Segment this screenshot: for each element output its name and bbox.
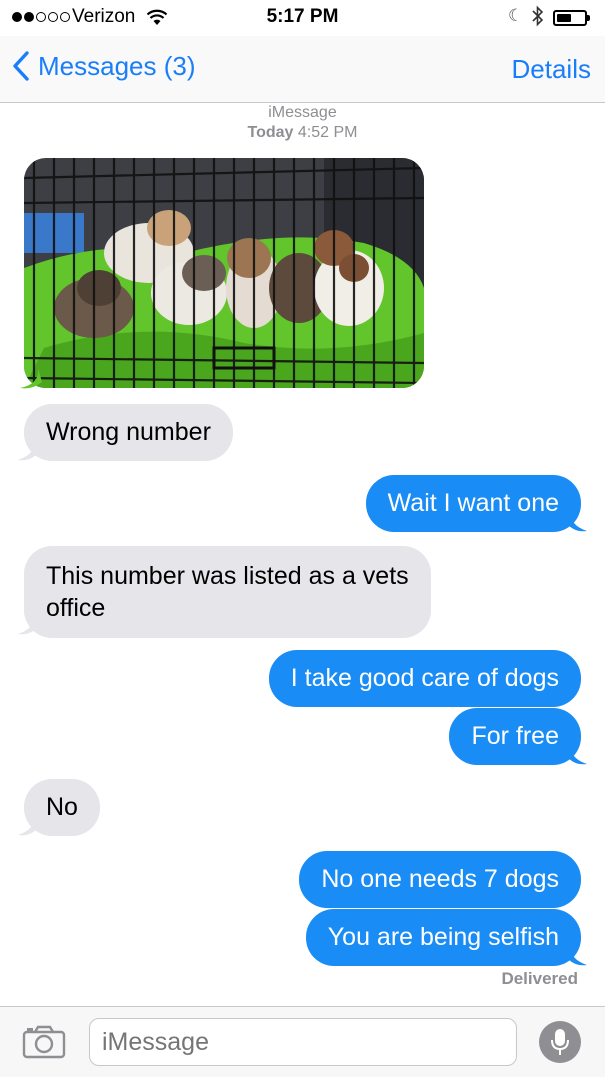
message-outgoing-3[interactable]: For free [449, 708, 581, 765]
back-button-label: Messages (3) [38, 50, 196, 81]
outgoing-bubble-tail [565, 945, 587, 966]
timestamp-time: 4:52 PM [297, 124, 358, 141]
chevron-left-icon [13, 51, 29, 81]
photo-attachment[interactable] [24, 158, 424, 388]
message-outgoing-2[interactable]: I take good care of dogs [268, 650, 581, 707]
battery-level [557, 14, 571, 22]
incoming-bubble-tail [18, 614, 40, 635]
outgoing-bubble-tail [565, 511, 587, 532]
puppies-in-crate-image [24, 158, 424, 388]
message-outgoing-5[interactable]: You are being selfish [305, 909, 581, 966]
message-incoming-2[interactable]: This number was listed as a vets office [24, 546, 431, 638]
incoming-bubble-tail [18, 440, 40, 461]
microphone-icon [551, 1029, 569, 1055]
message-input[interactable] [89, 1018, 517, 1066]
timestamp: Today 4:52 PM [0, 124, 605, 142]
outgoing-bubble-tail [565, 744, 587, 765]
message-outgoing-4[interactable]: No one needs 7 dogs [299, 851, 581, 908]
navigation-bar: Messages (3) Details [0, 36, 605, 103]
status-bar: Verizon 5:17 PM ☾ [0, 0, 605, 36]
camera-icon [22, 1025, 66, 1059]
message-outgoing-1[interactable]: Wait I want one [365, 475, 581, 532]
delivery-status: Delivered [501, 969, 578, 988]
bluetooth-icon [531, 5, 545, 32]
microphone-button[interactable] [539, 1021, 581, 1063]
message-incoming-1[interactable]: Wrong number [24, 404, 233, 461]
battery-icon [553, 10, 587, 26]
back-button[interactable]: Messages (3) [12, 50, 196, 82]
service-label: iMessage [268, 104, 337, 121]
battery-tip [587, 15, 590, 21]
photo-bubble-tail [20, 368, 42, 389]
timestamp-day: Today [247, 124, 294, 141]
incoming-bubble-tail [18, 815, 40, 836]
moon-icon: ☾ [508, 6, 524, 25]
details-button[interactable]: Details [512, 54, 591, 85]
camera-button[interactable] [22, 1025, 66, 1064]
message-input-bar [0, 1006, 605, 1077]
